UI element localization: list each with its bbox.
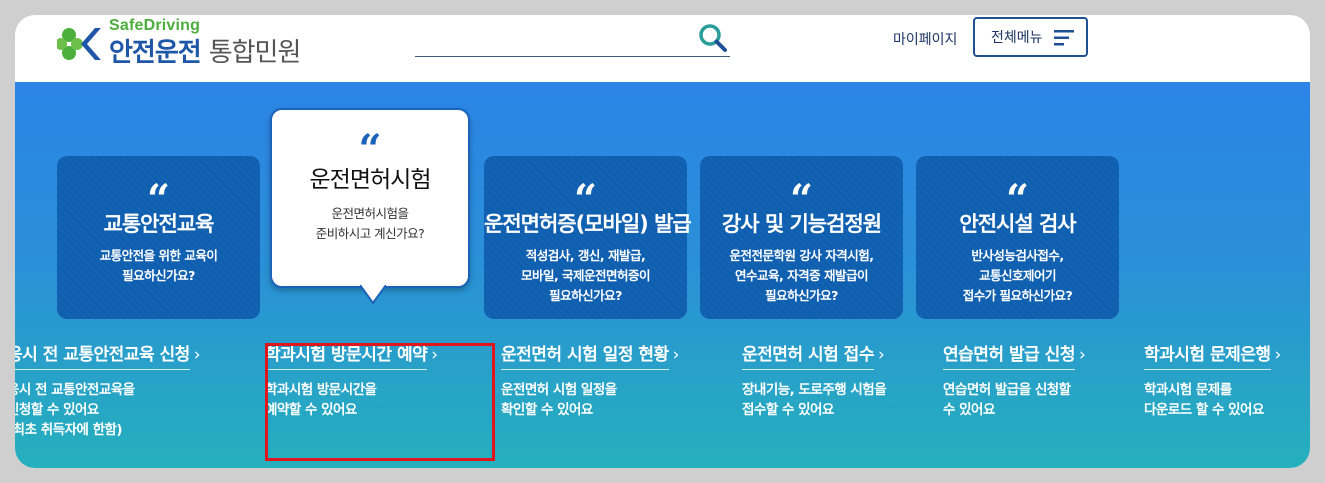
- search-input[interactable]: [415, 23, 685, 53]
- card-description: 교통안전을 위한 교육이 필요하신가요?: [99, 248, 218, 283]
- link-description: 장내기능, 도로주행 시험을 접수할 수 있어요: [742, 382, 887, 418]
- link-title: 학과시험 문제은행: [1144, 340, 1271, 370]
- card-license-card-issuance[interactable]: “ 운전면허증(모바일) 발급 적성검사, 갱신, 재발급, 모바일, 국제운전…: [484, 156, 692, 319]
- link-title: 응시 전 교통안전교육 신청: [15, 340, 190, 370]
- link-title: 운전면허 시험 일정 현황: [501, 340, 669, 370]
- chevron-right-icon: ›: [1274, 345, 1282, 365]
- quote-icon: “: [789, 176, 813, 223]
- highlight-box: [265, 343, 495, 461]
- quote-icon: “: [1005, 176, 1029, 223]
- all-menu-label: 전체메뉴: [991, 30, 1043, 46]
- card-traffic-safety-education[interactable]: “ 교통안전교육 교통안전을 위한 교육이 필요하신가요?: [57, 156, 260, 319]
- card-description: 적성검사, 갱신, 재발급, 모바일, 국제운전면허증이 필요하신가요?: [520, 248, 651, 303]
- card-description: 운전전문학원 강사 자격시험, 연수교육, 자격증 재발급이 필요하신가요?: [729, 248, 874, 303]
- card-driver-license-exam[interactable]: “ 운전면허시험 운전면허시험을 준비하시고 계신가요?: [270, 108, 470, 288]
- card-title: 안전시설 검사: [959, 212, 1076, 236]
- link-exam-schedule[interactable]: 운전면허 시험 일정 현황 › 운전면허 시험 일정을 확인할 수 있어요: [501, 340, 679, 420]
- card-title: 강사 및 기능검정원: [721, 212, 882, 236]
- link-exam-registration[interactable]: 운전면허 시험 접수 › 장내기능, 도로주행 시험을 접수할 수 있어요: [742, 340, 887, 420]
- site-logo[interactable]: SafeDriving 안전운전 통합민원: [57, 17, 377, 69]
- chevron-right-icon: ›: [672, 345, 680, 365]
- hamburger-menu-icon: [1054, 30, 1074, 46]
- card-title: 운전면허증(모바일) 발급: [484, 212, 692, 236]
- active-card-pointer: [360, 285, 386, 305]
- link-question-bank[interactable]: 학과시험 문제은행 › 학과시험 문제를 다운로드 할 수 있어요: [1144, 340, 1281, 420]
- logo-korean-main: 안전운전: [109, 38, 202, 68]
- card-instructor-examiner[interactable]: “ 강사 및 기능검정원 운전전문학원 강사 자격시험, 연수교육, 자격증 재…: [700, 156, 903, 319]
- search-bar: [415, 23, 730, 57]
- all-menu-button[interactable]: 전체메뉴: [973, 17, 1088, 57]
- link-title: 운전면허 시험 접수: [742, 340, 874, 370]
- link-description: 연습면허 발급을 신청할 수 있어요: [943, 382, 1071, 418]
- link-description: 운전면허 시험 일정을 확인할 수 있어요: [501, 382, 617, 418]
- quote-icon: “: [146, 176, 170, 223]
- card-description: 반사성능검사접수, 교통신호제어기 접수가 필요하신가요?: [962, 248, 1073, 303]
- logo-korean-sub: 통합민원: [208, 38, 302, 68]
- chevron-right-icon: ›: [877, 345, 885, 365]
- link-description: 학과시험 문제를 다운로드 할 수 있어요: [1144, 382, 1264, 418]
- page-frame: SafeDriving 안전운전 통합민원 마이페이지 전체메뉴 “ 교통안전교육…: [15, 15, 1310, 468]
- card-safety-facility-inspection[interactable]: “ 안전시설 검사 반사성능검사접수, 교통신호제어기 접수가 필요하신가요?: [916, 156, 1119, 319]
- quote-icon: “: [358, 126, 382, 173]
- card-description: 운전면허시험을 준비하시고 계신가요?: [315, 206, 425, 241]
- link-pre-exam-education[interactable]: 응시 전 교통안전교육 신청› 응시 전 교통안전교육을 신청할 수 있어요 (…: [15, 340, 201, 440]
- card-title: 교통안전교육: [103, 212, 215, 236]
- quote-icon: “: [573, 176, 597, 223]
- link-learner-permit[interactable]: 연습면허 발급 신청 › 연습면허 발급을 신청할 수 있어요: [943, 340, 1086, 420]
- search-icon[interactable]: [698, 23, 728, 53]
- link-description: 응시 전 교통안전교육을 신청할 수 있어요 (최초 취득자에 한함): [15, 382, 135, 438]
- mypage-link[interactable]: 마이페이지: [893, 29, 957, 49]
- link-title: 연습면허 발급 신청: [943, 340, 1075, 370]
- card-title: 운전면허시험: [309, 167, 432, 193]
- logo-korean: 안전운전 통합민원: [109, 32, 302, 69]
- clover-logo-icon: [57, 28, 101, 60]
- chevron-right-icon: ›: [193, 345, 201, 365]
- chevron-right-icon: ›: [1078, 345, 1086, 365]
